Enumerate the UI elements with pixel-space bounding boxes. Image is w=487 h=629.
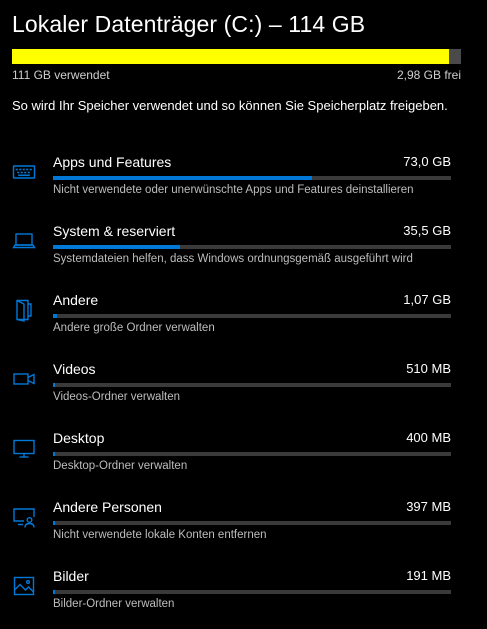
category-size: 1,07 GB — [403, 292, 451, 307]
category-size: 191 MB — [406, 568, 451, 583]
category-name: Andere — [53, 292, 99, 308]
category-usage-bar — [53, 521, 451, 525]
category-description: Desktop-Ordner verwalten — [53, 460, 188, 472]
storage-usage-page: Lokaler Datenträger (C:) – 114 GB 111 GB… — [0, 0, 487, 629]
drive-capacity-fill — [12, 49, 450, 64]
category-usage-bar — [53, 176, 451, 180]
storage-category-andere[interactable]: Andere 1,07 GB Andere große Ordner verwalt… — [0, 292, 487, 354]
category-usage-bar — [53, 245, 451, 249]
category-name: Videos — [53, 361, 96, 377]
category-description: Nicht verwendete oder unerwünschte Apps … — [53, 184, 414, 196]
category-size: 510 MB — [406, 361, 451, 376]
category-size: 73,0 GB — [403, 154, 451, 169]
category-size: 400 MB — [406, 430, 451, 445]
category-usage-bar — [53, 590, 451, 594]
laptop-icon — [12, 229, 38, 255]
category-usage-fill — [53, 314, 57, 318]
storage-category-bilder[interactable]: Bilder 191 MB Bilder-Ordner verwalten — [0, 568, 487, 629]
category-name: Bilder — [53, 568, 89, 584]
drive-title: Lokaler Datenträger (C:) – 114 GB — [12, 11, 366, 37]
person-screen-icon — [12, 505, 38, 531]
storage-category-videos[interactable]: Videos 510 MB Videos-Ordner verwalten — [0, 361, 487, 423]
video-camera-icon — [12, 367, 38, 393]
storage-category-apps-und-features[interactable]: Apps und Features 73,0 GB Nicht verwendete… — [0, 154, 487, 216]
category-usage-fill — [53, 590, 56, 594]
storage-category-system-reserviert[interactable]: System & reserviert 35,5 GB Systemdateien … — [0, 223, 487, 285]
category-usage-bar — [53, 314, 451, 318]
category-description: Andere große Ordner verwalten — [53, 322, 215, 334]
drive-used-label: 111 GB verwendet — [12, 68, 110, 82]
category-usage-fill — [53, 383, 56, 387]
storage-category-andere-personen[interactable]: Andere Personen 397 MB Nicht verwendete lo… — [0, 499, 487, 561]
storage-description: So wird Ihr Speicher verwendet und so kö… — [12, 98, 448, 113]
category-description: Bilder-Ordner verwalten — [53, 598, 175, 610]
category-usage-fill — [53, 452, 56, 456]
category-description: Videos-Ordner verwalten — [53, 391, 180, 403]
category-name: Desktop — [53, 430, 105, 446]
category-usage-bar — [53, 452, 451, 456]
category-usage-fill — [53, 176, 312, 180]
category-usage-bar — [53, 383, 451, 387]
category-name: Apps und Features — [53, 154, 172, 170]
apps-keyboard-icon — [12, 160, 38, 186]
category-description: Systemdateien helfen, dass Windows ordnu… — [53, 253, 413, 265]
category-size: 397 MB — [406, 499, 451, 514]
picture-icon — [12, 574, 38, 600]
category-description: Nicht verwendete lokale Konten entfernen — [53, 529, 267, 541]
drive-capacity-bar — [12, 49, 461, 64]
category-name: Andere Personen — [53, 499, 162, 515]
category-usage-fill — [53, 245, 181, 249]
folder-icon — [12, 298, 38, 324]
category-name: System & reserviert — [53, 223, 176, 239]
drive-free-label: 2,98 GB frei — [396, 68, 461, 82]
storage-category-desktop[interactable]: Desktop 400 MB Desktop-Ordner verwalten — [0, 430, 487, 492]
category-usage-fill — [53, 521, 56, 525]
monitor-icon — [12, 436, 38, 462]
category-size: 35,5 GB — [403, 223, 451, 238]
